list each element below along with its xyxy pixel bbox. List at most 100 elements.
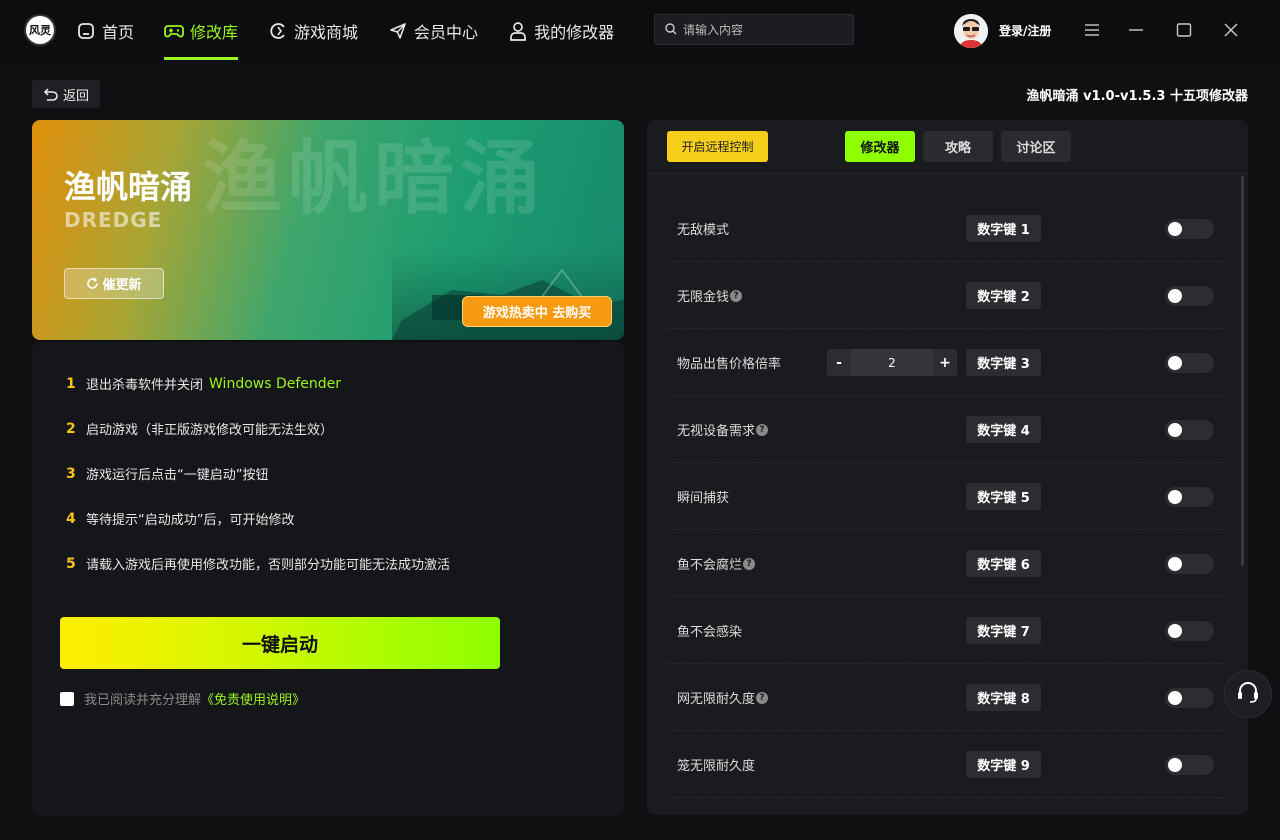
- hotkey-badge[interactable]: 数字键 8: [966, 684, 1041, 711]
- option-toggle[interactable]: [1165, 755, 1214, 775]
- option-name: 无视设备需求?: [677, 396, 769, 463]
- step-item: 5 请载入游戏后再使用修改功能，否则部分功能可能无法成功激活: [66, 554, 451, 574]
- multiplier-stepper: - 2 +: [827, 349, 957, 376]
- game-title-cn: 渔帆暗涌: [64, 168, 193, 206]
- game-banner: 渔帆暗涌 渔帆暗涌 DREDGE 催更新 游戏热卖中 去购买: [32, 120, 624, 340]
- instructions-panel: 1 退出杀毒软件并关闭 Windows Defender 2 启动游戏（非正版游…: [32, 342, 624, 816]
- option-toggle[interactable]: [1165, 420, 1214, 440]
- option-toggle[interactable]: [1165, 554, 1214, 574]
- hotkey-badge[interactable]: 数字键 4: [966, 416, 1041, 443]
- urge-update-label: 催更新: [102, 278, 142, 293]
- help-icon[interactable]: ?: [756, 423, 769, 436]
- options-scrollbar[interactable]: [1241, 176, 1244, 566]
- step-text: 退出杀毒软件并关闭: [86, 378, 204, 393]
- remote-control-button[interactable]: 开启远程控制: [667, 131, 768, 162]
- nav-item-member-center[interactable]: 会员中心: [388, 0, 478, 62]
- option-toggle[interactable]: [1165, 219, 1214, 239]
- step-highlight: Windows Defender: [209, 375, 342, 392]
- tab-trainer[interactable]: 修改器: [845, 131, 915, 162]
- help-icon[interactable]: ?: [730, 289, 743, 302]
- option-name: 无敌模式: [677, 223, 730, 238]
- login-register-link[interactable]: 登录/注册: [999, 22, 1051, 39]
- nav-label: 首页: [102, 23, 135, 42]
- nav-item-home[interactable]: 首页: [76, 0, 134, 62]
- close-icon[interactable]: [1222, 20, 1240, 40]
- option-name: 瞬间捕获: [677, 491, 730, 506]
- step-item: 1 退出杀毒软件并关闭 Windows Defender: [66, 374, 342, 394]
- option-name: 物品出售价格倍率: [677, 357, 782, 372]
- nav-item-trainer-library[interactable]: 修改库: [164, 0, 239, 62]
- paper-plane-icon: [388, 21, 408, 41]
- hotkey-badge[interactable]: 数字键 6: [966, 550, 1041, 577]
- gamepad-icon: [164, 21, 184, 41]
- hotkey-badge[interactable]: 数字键 1: [966, 215, 1041, 242]
- option-toggle[interactable]: [1165, 286, 1214, 306]
- hotkey-badge[interactable]: 数字键 9: [966, 751, 1041, 778]
- option-row: 瞬间捕获 数字键 5: [667, 463, 1224, 530]
- option-row: 鱼不会腐烂? 数字键 6: [667, 530, 1224, 597]
- help-icon[interactable]: ?: [743, 557, 756, 570]
- hotkey-badge[interactable]: 数字键 2: [966, 282, 1041, 309]
- option-row: 无限金钱? 数字键 2: [667, 262, 1224, 329]
- trainer-title: 渔帆暗涌 v1.0-v1.5.3 十五项修改器: [1026, 89, 1248, 104]
- nav-label: 会员中心: [414, 23, 479, 42]
- minimize-icon[interactable]: [1127, 20, 1145, 40]
- disclaimer-agreement: 我已阅读并充分理解 《免责使用说明》: [60, 689, 305, 708]
- step-text: 游戏运行后点击“一键启动”按钮: [86, 468, 269, 483]
- back-arrow-icon: [43, 87, 59, 101]
- option-toggle[interactable]: [1165, 487, 1214, 507]
- home-icon: [76, 21, 96, 41]
- step-number: 5: [66, 555, 76, 572]
- option-name: 网无限耐久度?: [677, 664, 769, 731]
- user-icon: [508, 21, 528, 41]
- trainer-panel: 开启远程控制 修改器 攻略 讨论区 无敌模式 数字键 1 无限金钱? 数字键 2…: [647, 120, 1248, 815]
- stepper-decrement-button[interactable]: -: [827, 349, 851, 376]
- tab-guide[interactable]: 攻略: [923, 131, 993, 162]
- option-row: 网无限耐久度? 数字键 8: [667, 664, 1224, 731]
- step-text: 启动游戏（非正版游戏修改可能无法生效）: [86, 423, 334, 438]
- customer-support-button[interactable]: [1224, 670, 1272, 718]
- step-number: 4: [66, 510, 76, 527]
- option-row: 笼无限耐久度 数字键 9: [667, 731, 1224, 798]
- maximize-icon[interactable]: [1175, 20, 1193, 40]
- store-icon: [268, 21, 288, 41]
- step-text: 等待提示“启动成功”后，可开始修改: [86, 513, 295, 528]
- stepper-increment-button[interactable]: +: [933, 349, 957, 376]
- top-bar: 风灵 首页 修改库 游戏商城 会员中心 我的修改器 请输入内容 登录/注册: [0, 0, 1280, 62]
- search-icon: [665, 20, 677, 39]
- banner-watermark: 渔帆暗涌: [202, 132, 546, 225]
- step-item: 2 启动游戏（非正版游戏修改可能无法生效）: [66, 419, 334, 439]
- help-icon[interactable]: ?: [756, 691, 769, 704]
- step-text: 请载入游戏后再使用修改功能，否则部分功能可能无法成功激活: [86, 558, 451, 573]
- hotkey-badge[interactable]: 数字键 5: [966, 483, 1041, 510]
- back-button[interactable]: 返回: [32, 80, 100, 108]
- agree-checkbox[interactable]: [60, 691, 74, 706]
- step-number: 3: [66, 465, 76, 482]
- option-name: 鱼不会腐烂?: [677, 530, 756, 597]
- nav-label: 我的修改器: [534, 23, 615, 42]
- option-row: 鱼不会感染 数字键 7: [667, 597, 1224, 664]
- agree-text: 我已阅读并充分理解: [84, 693, 202, 708]
- search-input[interactable]: [683, 22, 843, 37]
- app-logo[interactable]: 风灵: [24, 14, 56, 46]
- nav-label: 修改库: [190, 23, 239, 42]
- hotkey-badge[interactable]: 数字键 3: [966, 349, 1041, 376]
- hotkey-badge[interactable]: 数字键 7: [966, 617, 1041, 644]
- option-toggle[interactable]: [1165, 353, 1214, 373]
- buy-game-button[interactable]: 游戏热卖中 去购买: [462, 296, 612, 327]
- avatar[interactable]: [954, 14, 988, 48]
- nav-item-my-trainers[interactable]: 我的修改器: [508, 0, 614, 62]
- one-click-launch-button[interactable]: 一键启动: [60, 617, 500, 669]
- option-row: 无敌模式 数字键 1: [667, 195, 1224, 262]
- nav-item-game-store[interactable]: 游戏商城: [268, 0, 358, 62]
- stepper-value[interactable]: 2: [851, 349, 933, 376]
- tab-discussion[interactable]: 讨论区: [1001, 131, 1071, 162]
- nav-label: 游戏商城: [294, 23, 359, 42]
- option-name: 笼无限耐久度: [677, 759, 756, 774]
- option-toggle[interactable]: [1165, 621, 1214, 641]
- search-box[interactable]: [654, 14, 854, 45]
- option-toggle[interactable]: [1165, 688, 1214, 708]
- menu-icon[interactable]: [1083, 20, 1101, 40]
- urge-update-button[interactable]: 催更新: [64, 268, 164, 299]
- disclaimer-link[interactable]: 《免责使用说明》: [201, 689, 305, 708]
